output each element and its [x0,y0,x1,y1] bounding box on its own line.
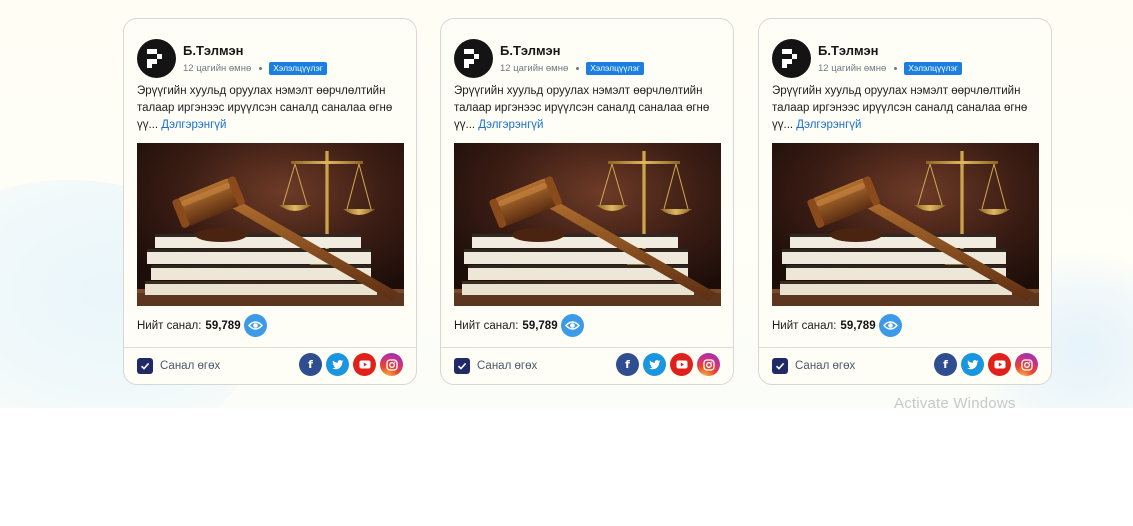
author-block: Б.Тэлмэн 12 цагийн өмнө Хэлэлцүүлэг [772,39,962,78]
votes-label: Нийт санал: [454,319,519,332]
card-divider [759,347,1051,348]
poll-description: Эрүүгийн хуульд оруулах нэмэлт өөрчлөлти… [772,83,1042,134]
author-name[interactable]: Б.Тэлмэн [818,43,962,59]
facebook-icon[interactable]: f [299,353,322,376]
poll-image[interactable] [772,143,1039,306]
youtube-icon[interactable] [353,353,376,376]
vote-button[interactable]: Санал өгөх [137,358,220,374]
poll-card: Б.Тэлмэн 12 цагийн өмнө Хэлэлцүүлэг Эрүү… [123,18,417,385]
gavel-scales-books-photo [772,143,1039,306]
total-votes: Нийт санал: 59,789 [454,314,584,337]
youtube-icon[interactable] [988,353,1011,376]
poll-description: Эрүүгийн хуульд оруулах нэмэлт өөрчлөлти… [454,83,724,134]
vote-button-label[interactable]: Санал өгөх [477,360,537,372]
category-tag[interactable]: Хэлэлцүүлэг [269,61,327,75]
instagram-icon[interactable] [380,353,403,376]
eye-icon[interactable] [243,314,267,337]
votes-count: 59,789 [522,319,558,332]
logo-icon [464,49,479,68]
facebook-icon[interactable]: f [616,353,639,376]
poll-card: Б.Тэлмэн 12 цагийн өмнө Хэлэлцүүлэг Эрүү… [440,18,734,385]
category-tag[interactable]: Хэлэлцүүлэг [904,61,962,75]
logo-icon [147,49,162,68]
votes-label: Нийт санал: [137,319,202,332]
poll-card: Б.Тэлмэн 12 цагийн өмнө Хэлэлцүүлэг Эрүү… [758,18,1052,385]
separator-dot [576,66,580,70]
social-share-icons: f [295,353,403,376]
total-votes: Нийт санал: 59,789 [137,314,267,337]
poll-description: Эрүүгийн хуульд оруулах нэмэлт өөрчлөлти… [137,83,407,134]
vote-button[interactable]: Санал өгөх [454,358,537,374]
vote-button-label[interactable]: Санал өгөх [795,360,855,372]
votes-label: Нийт санал: [772,319,837,332]
twitter-icon[interactable] [643,353,666,376]
poll-cards-row: Б.Тэлмэн 12 цагийн өмнө Хэлэлцүүлэг Эрүү… [123,18,1053,385]
gavel-scales-books-photo [454,143,721,306]
poll-image[interactable] [137,143,404,306]
youtube-icon[interactable] [670,353,693,376]
category-tag[interactable]: Хэлэлцүүлэг [586,61,644,75]
gavel-scales-books-photo [137,143,404,306]
social-share-icons: f [612,353,720,376]
author-block: Б.Тэлмэн 12 цагийн өмнө Хэлэлцүүлэг [454,39,644,78]
facebook-icon[interactable]: f [934,353,957,376]
windows-activation-watermark: Activate Windows [894,395,1016,412]
votes-count: 59,789 [840,319,876,332]
post-time: 12 цагийн өмнө [183,62,252,74]
author-avatar[interactable] [772,39,811,78]
checkbox-icon[interactable] [454,358,470,374]
read-more-link[interactable]: Дэлгэрэнгүй [478,119,543,131]
logo-icon [782,49,797,68]
checkbox-icon[interactable] [137,358,153,374]
vote-button[interactable]: Санал өгөх [772,358,855,374]
card-divider [441,347,733,348]
eye-icon[interactable] [878,314,902,337]
author-block: Б.Тэлмэн 12 цагийн өмнө Хэлэлцүүлэг [137,39,327,78]
instagram-icon[interactable] [1015,353,1038,376]
separator-dot [894,66,898,70]
author-avatar[interactable] [137,39,176,78]
instagram-icon[interactable] [697,353,720,376]
eye-icon[interactable] [560,314,584,337]
author-avatar[interactable] [454,39,493,78]
separator-dot [259,66,263,70]
social-share-icons: f [930,353,1038,376]
votes-count: 59,789 [205,319,241,332]
twitter-icon[interactable] [326,353,349,376]
card-divider [124,347,416,348]
poll-image[interactable] [454,143,721,306]
read-more-link[interactable]: Дэлгэрэнгүй [161,119,226,131]
author-name[interactable]: Б.Тэлмэн [500,43,644,59]
total-votes: Нийт санал: 59,789 [772,314,902,337]
post-time: 12 цагийн өмнө [818,62,887,74]
checkbox-icon[interactable] [772,358,788,374]
twitter-icon[interactable] [961,353,984,376]
author-name[interactable]: Б.Тэлмэн [183,43,327,59]
vote-button-label[interactable]: Санал өгөх [160,360,220,372]
read-more-link[interactable]: Дэлгэрэнгүй [796,119,861,131]
post-time: 12 цагийн өмнө [500,62,569,74]
